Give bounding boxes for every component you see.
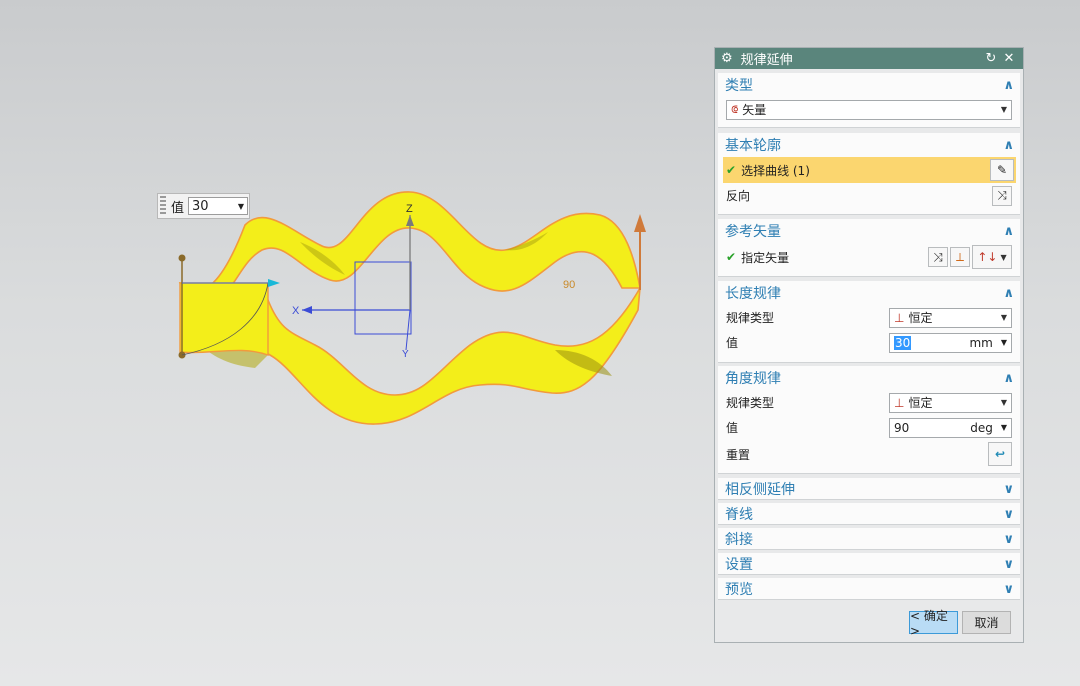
reverse-label: 反向 [726, 189, 751, 203]
vector-dialog-icon[interactable]: ⟂ [950, 247, 970, 267]
right-arrow-head[interactable] [634, 214, 646, 232]
vector-type-dropdown[interactable]: ↑↓ ▼ [972, 245, 1012, 269]
type-select[interactable]: ⟃ 矢量 ▼ [726, 99, 1012, 120]
reset-icon[interactable]: ↻ [983, 51, 999, 66]
length-value-label: 值 [726, 336, 739, 350]
section-title: 长度规律 [725, 286, 781, 302]
dialog-title: 规律延伸 [740, 53, 793, 68]
chevron-down-icon[interactable]: ▼ [238, 202, 244, 211]
x-arrow-head [302, 306, 312, 314]
length-value: 30 [894, 335, 912, 350]
law-extension-dialog: ⚙ 规律延伸 ↻ ✕ 类型 ∧ ⟃ 矢量 ▼ 基本轮廓 ∧ ✔ 选择曲线 (1)… [714, 47, 1024, 643]
section-header-type[interactable]: 类型 ∧ [718, 73, 1020, 97]
chevron-down-icon[interactable]: ∨ [1003, 532, 1014, 547]
select-curve-label: 选择曲线 (1) [741, 163, 810, 178]
section-title: 预览 [725, 582, 753, 598]
section-title: 相反侧延伸 [725, 482, 795, 498]
x-axis-label: X [292, 305, 300, 317]
section-title: 斜接 [725, 532, 753, 548]
section-header-base-profile[interactable]: 基本轮廓 ∧ [718, 133, 1020, 157]
floating-value-input: 值 30 ▼ [157, 193, 250, 219]
length-unit[interactable]: mm [969, 336, 992, 350]
z-axis-label: Z [406, 203, 413, 215]
reverse-vector-icon[interactable]: ⤨ [928, 247, 948, 267]
angle-value: 90 [894, 420, 910, 435]
value-label: 值 [171, 200, 185, 216]
constant-law-icon: ⊥ [894, 310, 905, 325]
wavy-surface-model[interactable]: X Z Y 90 [0, 0, 700, 686]
drag-grip-icon[interactable] [160, 196, 166, 216]
chevron-up-icon[interactable]: ∧ [1003, 371, 1014, 386]
cyan-arrow-head[interactable] [268, 279, 280, 287]
angle-value-input[interactable]: 90 deg ▼ [889, 417, 1012, 438]
section-base-profile: 基本轮廓 ∧ ✔ 选择曲线 (1) ✎ 反向 ⤨ [718, 133, 1020, 215]
section-spine[interactable]: 脊线 ∨ [718, 503, 1020, 525]
chevron-up-icon[interactable]: ∧ [1003, 138, 1014, 153]
chevron-down-icon[interactable]: ∨ [1003, 507, 1014, 522]
value-text: 30 [192, 198, 209, 214]
chevron-down-icon: ▼ [1000, 313, 1007, 322]
chevron-up-icon[interactable]: ∧ [1003, 78, 1014, 93]
select-curve-row[interactable]: ✔ 选择曲线 (1) ✎ [723, 157, 1016, 183]
section-settings[interactable]: 设置 ∨ [718, 553, 1020, 575]
chevron-down-icon: ▼ [1000, 398, 1007, 407]
check-icon: ✔ [726, 250, 737, 264]
vector-type-icon: ⟃ [731, 102, 739, 116]
section-title: 参考矢量 [725, 224, 781, 240]
cancel-button[interactable]: 取消 [962, 611, 1011, 634]
chevron-up-icon[interactable]: ∧ [1003, 224, 1014, 239]
close-icon[interactable]: ✕ [1001, 51, 1017, 66]
law-type-label: 规律类型 [726, 311, 775, 325]
value-input[interactable]: 30 ▼ [188, 197, 249, 215]
left-handle-knob-top[interactable] [178, 254, 186, 262]
section-title: 基本轮廓 [725, 138, 781, 154]
angle-label: 90 [563, 279, 575, 291]
type-selected-value: 矢量 [742, 103, 767, 117]
length-law-type-value: 恒定 [908, 311, 933, 325]
length-value-input[interactable]: 30 mm ▼ [889, 332, 1012, 353]
chevron-down-icon[interactable]: ∨ [1003, 482, 1014, 497]
chevron-down-icon[interactable]: ▼ [1001, 338, 1007, 347]
section-header-length-law[interactable]: 长度规律 ∧ [718, 281, 1020, 305]
section-preview[interactable]: 预览 ∨ [718, 578, 1020, 600]
dialog-titlebar[interactable]: ⚙ 规律延伸 ↻ ✕ [715, 48, 1023, 69]
angle-law-type-select[interactable]: ⊥ 恒定 ▼ [889, 392, 1012, 413]
section-angle-law: 角度规律 ∧ 规律类型 ⊥ 恒定 ▼ 值 90 deg ▼ 重置 ↩ [718, 366, 1020, 474]
section-title: 脊线 [725, 507, 753, 523]
section-title: 设置 [725, 557, 753, 573]
reverse-direction-icon[interactable]: ⤨ [992, 185, 1012, 206]
surface-left-flap [179, 282, 269, 356]
law-type-label: 规律类型 [726, 396, 775, 410]
section-length-law: 长度规律 ∧ 规律类型 ⊥ 恒定 ▼ 值 30 mm ▼ [718, 281, 1020, 363]
chevron-down-icon[interactable]: ∨ [1003, 582, 1014, 597]
csys-y-axis [405, 309, 411, 351]
section-header-ref-vector[interactable]: 参考矢量 ∧ [718, 219, 1020, 243]
angle-law-type-value: 恒定 [908, 396, 933, 410]
curve-picker-icon[interactable]: ✎ [990, 159, 1014, 181]
section-miter[interactable]: 斜接 ∨ [718, 528, 1020, 550]
check-icon: ✔ [726, 163, 737, 177]
chevron-up-icon[interactable]: ∧ [1003, 286, 1014, 301]
reset-arrow-icon[interactable]: ↩ [988, 442, 1012, 466]
ok-button[interactable]: < 确定 > [909, 609, 958, 638]
gear-icon: ⚙ [721, 51, 733, 66]
section-title: 角度规律 [725, 371, 781, 387]
section-header-angle-law[interactable]: 角度规律 ∧ [718, 366, 1020, 390]
chevron-down-icon: ▼ [1000, 105, 1007, 114]
section-opposite-extension[interactable]: 相反侧延伸 ∨ [718, 478, 1020, 500]
section-type: 类型 ∧ ⟃ 矢量 ▼ [718, 73, 1020, 128]
constant-law-icon: ⊥ [894, 395, 905, 410]
section-ref-vector: 参考矢量 ∧ ✔ 指定矢量 ⤨ ⟂ ↑↓ ▼ [718, 219, 1020, 277]
y-axis-label: Y [402, 349, 409, 360]
length-law-type-select[interactable]: ⊥ 恒定 ▼ [889, 307, 1012, 328]
chevron-down-icon[interactable]: ∨ [1003, 557, 1014, 572]
angle-value-label: 值 [726, 421, 739, 435]
reset-label: 重置 [726, 447, 751, 462]
graphics-viewport[interactable]: X Z Y 90 [0, 0, 700, 686]
datum-plane [354, 261, 412, 335]
specify-vector-label: 指定矢量 [741, 250, 790, 265]
angle-unit[interactable]: deg [970, 421, 993, 435]
section-title: 类型 [725, 78, 753, 94]
chevron-down-icon[interactable]: ▼ [1001, 423, 1007, 432]
